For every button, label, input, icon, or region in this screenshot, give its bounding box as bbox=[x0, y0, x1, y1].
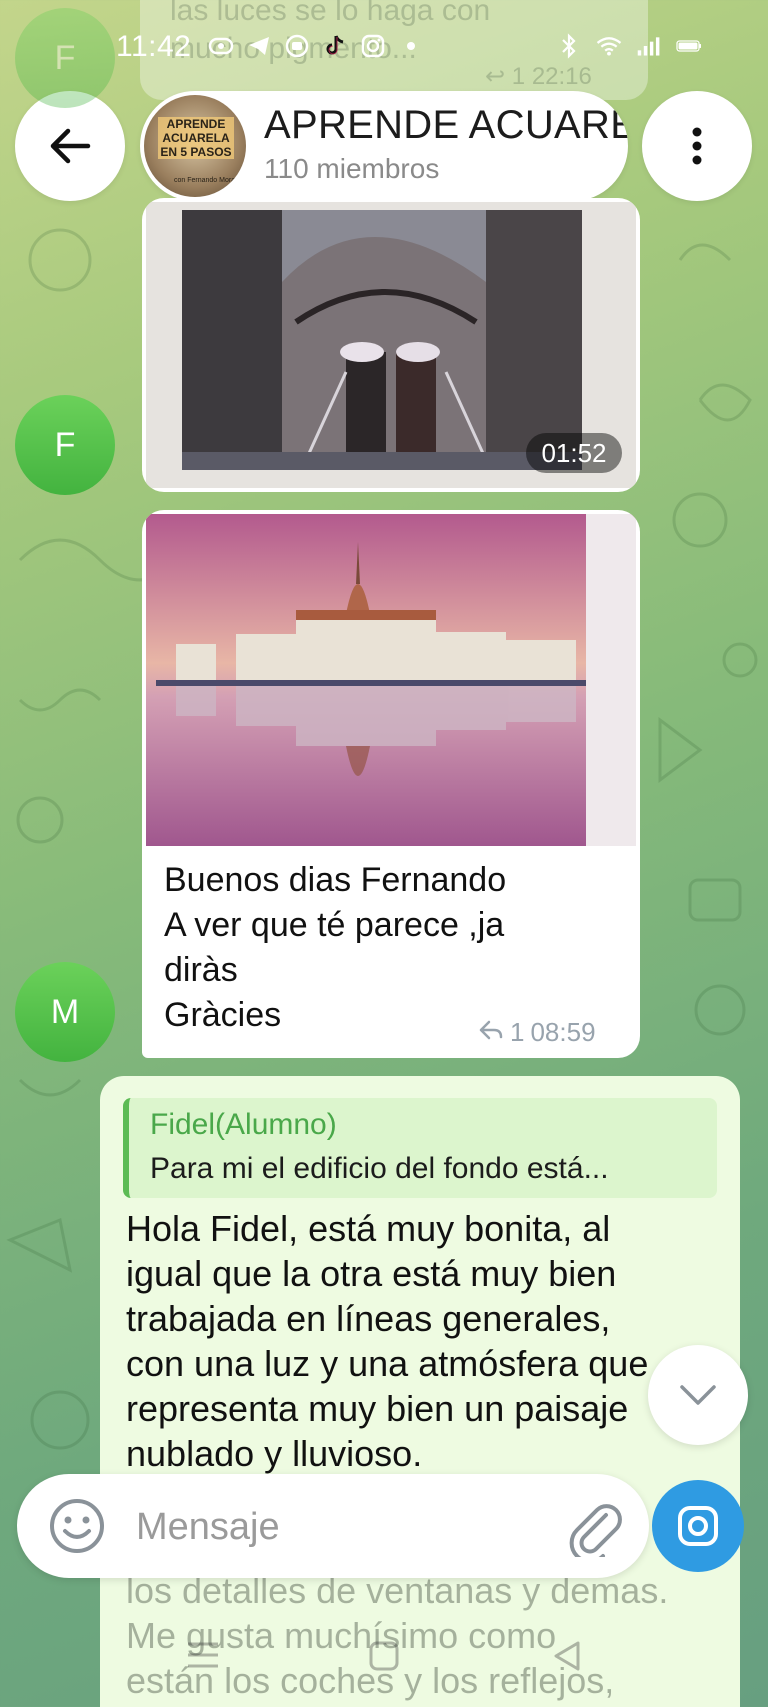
status-time: 11:42 bbox=[116, 30, 192, 63]
group-avatar[interactable]: APRENDE ACUARELA EN 5 PASOS con Fernando… bbox=[144, 95, 246, 197]
recent-apps-icon[interactable] bbox=[186, 1640, 220, 1670]
reply-snippet: Para mi el edificio del fondo está... bbox=[150, 1152, 609, 1185]
chevron-down-icon bbox=[680, 1385, 716, 1405]
avatar-logo-subtext: con Fernando Mora bbox=[174, 177, 236, 184]
more-options-button[interactable] bbox=[642, 91, 752, 201]
reply-arrow-icon[interactable] bbox=[478, 1017, 504, 1048]
paperclip-icon bbox=[569, 1504, 622, 1557]
member-count: 110 miembros bbox=[264, 153, 440, 184]
link-icon bbox=[208, 33, 234, 59]
battery-icon bbox=[676, 33, 702, 59]
kebab-menu-icon bbox=[692, 127, 702, 165]
home-icon[interactable] bbox=[368, 1640, 400, 1672]
telegram-icon bbox=[246, 33, 272, 59]
reply-author: Fidel(Alumno) bbox=[150, 1108, 337, 1141]
avatar[interactable]: F bbox=[15, 8, 115, 108]
avatar[interactable]: M bbox=[15, 962, 115, 1062]
message-time: 08:59 bbox=[530, 1017, 596, 1047]
instagram-icon bbox=[360, 33, 386, 59]
group-title: APRENDE ACUARELA bbox=[264, 103, 628, 147]
signal-icon bbox=[636, 33, 662, 59]
chat-header[interactable]: APRENDE ACUARELA EN 5 PASOS con Fernando… bbox=[140, 91, 628, 201]
status-bar: 11:42 bbox=[0, 0, 768, 100]
attach-button[interactable] bbox=[563, 1496, 625, 1558]
avatar-initial: M bbox=[50, 992, 80, 1031]
scroll-down-button[interactable] bbox=[648, 1345, 748, 1445]
avatar[interactable]: F bbox=[15, 395, 115, 495]
avatar-initial: F bbox=[54, 425, 76, 464]
camera-icon bbox=[678, 1506, 718, 1546]
camera-button[interactable] bbox=[652, 1474, 744, 1578]
system-navigation-bar bbox=[0, 1620, 768, 1707]
bluetooth-icon bbox=[556, 33, 582, 59]
emoji-button[interactable] bbox=[48, 1497, 106, 1555]
reply-count[interactable]: 1 bbox=[510, 1017, 524, 1048]
photo-image[interactable] bbox=[146, 514, 636, 846]
smiley-icon bbox=[50, 1499, 104, 1553]
message-meta: 1 08:59 bbox=[478, 1017, 596, 1048]
message-text: Hola Fidel, está muy bonita, al igual qu… bbox=[126, 1208, 649, 1474]
message-input[interactable] bbox=[136, 1499, 516, 1555]
message-text: Buenos dias Fernando A ver que té parece… bbox=[164, 861, 507, 1034]
tiktok-icon bbox=[322, 33, 348, 59]
arrow-left-icon bbox=[50, 128, 91, 164]
video-duration: 01:52 bbox=[526, 433, 622, 473]
photo-message[interactable]: Buenos dias Fernando A ver que té parece… bbox=[142, 510, 640, 1058]
media-icon bbox=[284, 33, 310, 59]
avatar-logo-text: APRENDE ACUARELA EN 5 PASOS bbox=[158, 117, 234, 159]
back-nav-icon[interactable] bbox=[552, 1640, 582, 1672]
dot-icon bbox=[398, 33, 424, 59]
wifi-icon bbox=[596, 33, 622, 59]
